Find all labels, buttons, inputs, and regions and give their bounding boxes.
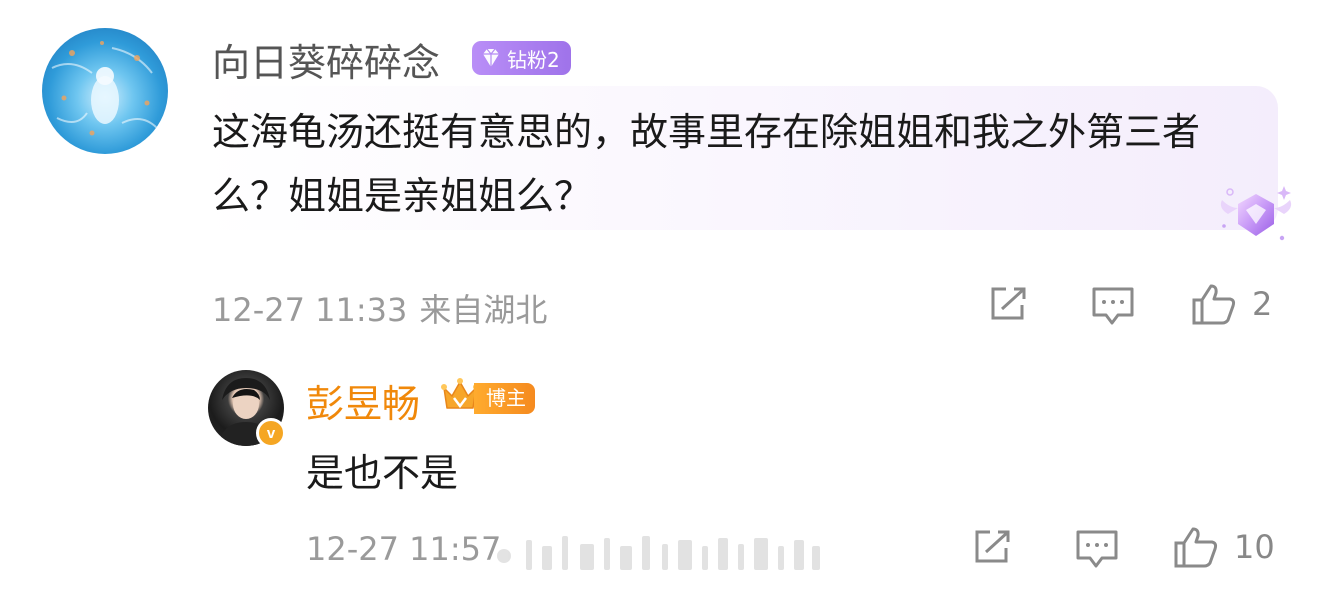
reply-icon	[1092, 287, 1134, 325]
watermark-graphic	[497, 536, 820, 570]
reply-like-button[interactable]: 10	[1172, 525, 1275, 569]
reply-like-count: 10	[1234, 528, 1275, 566]
share-icon	[975, 530, 1010, 563]
comment-text: 这海龟汤还挺有意思的，故事里存在除姐姐和我之外第三者么？姐姐是亲姐姐么？	[212, 110, 1201, 218]
reply-meta: 12-27 11:57	[306, 530, 501, 568]
comment-meta: 12-27 11:33 来自湖北	[212, 285, 547, 331]
comment-reply-button[interactable]	[1090, 285, 1136, 327]
comment-time: 12-27 11:33	[212, 291, 408, 329]
fan-level-badge: 钻粉2	[472, 41, 571, 75]
reply-text: 是也不是	[306, 451, 459, 495]
fan-badge-label: 钻粉2	[507, 47, 560, 72]
verified-badge-icon: v	[256, 418, 286, 448]
reply-icon	[1076, 530, 1118, 568]
comment-share-button[interactable]	[988, 285, 1032, 323]
reply-reply-button[interactable]	[1074, 528, 1120, 570]
reply-share-button[interactable]	[972, 528, 1016, 566]
reply-time: 12-27 11:57	[306, 530, 502, 568]
blogger-username[interactable]: 彭昱畅	[306, 373, 420, 428]
like-icon	[1174, 527, 1218, 568]
comment-like-count: 2	[1252, 285, 1273, 323]
diamond-icon	[483, 48, 499, 67]
comment-like-button[interactable]: 2	[1190, 282, 1272, 326]
like-icon	[1192, 284, 1236, 325]
commenter-username[interactable]: 向日葵碎碎念	[212, 32, 440, 87]
share-icon	[991, 287, 1026, 320]
comment-location: 来自湖北	[419, 291, 548, 329]
commenter-avatar[interactable]	[42, 28, 168, 154]
diamond-fan-decoration-icon	[1220, 186, 1292, 241]
blogger-role-badge: 博主	[474, 383, 535, 414]
